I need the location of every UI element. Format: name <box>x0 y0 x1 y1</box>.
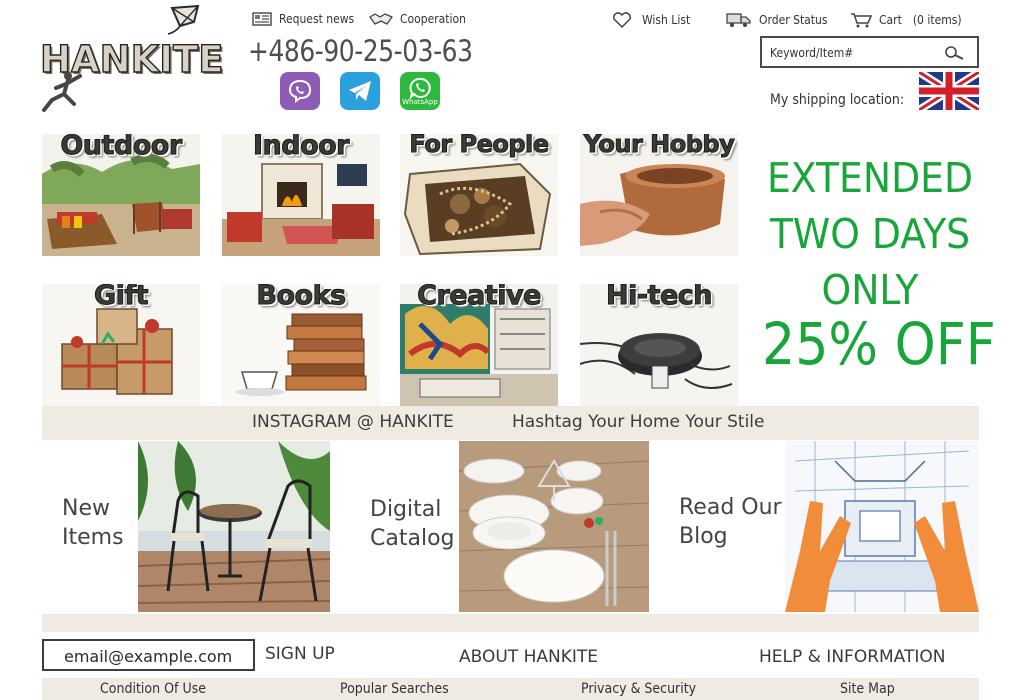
category-tile-creative[interactable]: Creative <box>400 284 558 406</box>
popular-searches-link[interactable]: Popular Searches <box>340 681 449 697</box>
divider-band <box>42 614 979 632</box>
viber-button[interactable] <box>280 72 320 110</box>
privacy-security-link[interactable]: Privacy & Security <box>581 681 696 697</box>
phone-number: +486-90-25-03-63 <box>248 34 473 68</box>
cart-label: Cart <box>879 13 902 27</box>
shipping-location-label: My shipping location: <box>770 92 905 108</box>
whatsapp-button[interactable]: WhatsApp <box>400 72 440 110</box>
new-items-image[interactable] <box>138 441 330 612</box>
feature-label-line: Items <box>62 525 124 550</box>
instagram-band <box>42 406 979 440</box>
order-status-label: Order Status <box>759 13 828 27</box>
category-tile-books[interactable]: Books <box>222 284 380 406</box>
blog-image[interactable] <box>785 441 979 612</box>
tableware-picture <box>459 441 649 612</box>
new-items-link[interactable]: New Items <box>62 494 124 552</box>
uk-flag-icon[interactable] <box>919 72 979 110</box>
feature-label-line: New <box>62 496 110 521</box>
cart-icon <box>851 13 872 28</box>
category-label: Hi-tech <box>605 284 713 312</box>
cooperation-link[interactable]: Cooperation <box>369 12 466 26</box>
order-status-link[interactable]: Order Status <box>726 12 827 28</box>
feature-label-line: Digital <box>370 497 442 522</box>
category-tile-your-hobby[interactable]: Your Hobby <box>580 134 738 256</box>
whatsapp-icon <box>409 77 431 99</box>
category-tile-outdoor[interactable]: Outdoor <box>42 134 200 256</box>
feature-label-line: Catalog <box>370 526 455 551</box>
feature-label-line: Blog <box>679 524 728 549</box>
search-icon <box>945 46 964 60</box>
kitchen-sketch-picture <box>785 441 979 612</box>
category-tile-hi-tech[interactable]: Hi-tech <box>580 284 738 406</box>
wish-list-label: Wish List <box>642 13 691 27</box>
cart-count: (0 items) <box>912 13 962 27</box>
condition-of-use-link[interactable]: Condition Of Use <box>100 681 206 697</box>
telegram-button[interactable] <box>340 72 380 110</box>
runner-figure-icon <box>42 72 82 112</box>
site-map-link[interactable]: Site Map <box>840 681 895 697</box>
category-label: Your Hobby <box>583 134 735 159</box>
truck-icon <box>726 13 751 27</box>
newspaper-icon <box>252 12 272 26</box>
category-tile-for-people[interactable]: For People <box>400 134 558 256</box>
whatsapp-label: WhatsApp <box>402 97 438 106</box>
sign-up-button[interactable]: SIGN UP <box>265 644 335 664</box>
request-news-link[interactable]: Request news <box>252 12 354 26</box>
heart-icon <box>612 12 632 28</box>
kite-icon <box>167 4 200 35</box>
about-link[interactable]: ABOUT HANKITE <box>459 647 598 667</box>
instagram-hashtag: Hashtag Your Home Your Stile <box>512 412 765 432</box>
viber-icon <box>288 79 312 103</box>
search-button[interactable] <box>940 42 968 64</box>
request-news-label: Request news <box>279 12 355 26</box>
instagram-handle-link[interactable]: INSTAGRAM @ HANKITE <box>252 412 454 432</box>
email-input[interactable] <box>64 645 249 667</box>
help-information-link[interactable]: HELP & INFORMATION <box>759 647 946 667</box>
wish-list-link[interactable]: Wish List <box>612 12 690 28</box>
feature-label-line: Read Our <box>679 495 782 520</box>
blog-link[interactable]: Read Our Blog <box>679 493 782 551</box>
cooperation-label: Cooperation <box>400 12 466 26</box>
site-logo[interactable]: HANKITE <box>39 4 224 114</box>
category-label: Creative <box>417 284 542 312</box>
category-label: Outdoor <box>60 134 183 162</box>
promo-line: TWO DAYS <box>769 210 971 258</box>
promo-line: EXTENDED <box>766 154 974 202</box>
category-tile-gift[interactable]: Gift <box>42 284 200 406</box>
promo-discount: 25% OFF <box>762 310 996 378</box>
search-input[interactable] <box>770 44 930 62</box>
bistro-set-picture <box>138 441 330 612</box>
promo-banner[interactable]: EXTENDED TWO DAYS ONLY 25% OFF <box>750 154 996 378</box>
digital-catalog-image[interactable] <box>459 441 649 612</box>
promo-line: ONLY <box>821 266 919 314</box>
telegram-icon <box>349 81 371 101</box>
category-tile-indoor[interactable]: Indoor <box>222 134 380 256</box>
search-box <box>760 36 979 68</box>
category-label: Gift <box>93 284 149 312</box>
handshake-icon <box>369 13 393 25</box>
newsletter-box <box>42 639 255 671</box>
category-label: For People <box>409 134 550 159</box>
category-label: Books <box>256 284 347 312</box>
category-label: Indoor <box>252 134 350 162</box>
cart-link[interactable]: Cart (0 items) <box>850 12 962 28</box>
digital-catalog-link[interactable]: Digital Catalog <box>370 495 455 553</box>
